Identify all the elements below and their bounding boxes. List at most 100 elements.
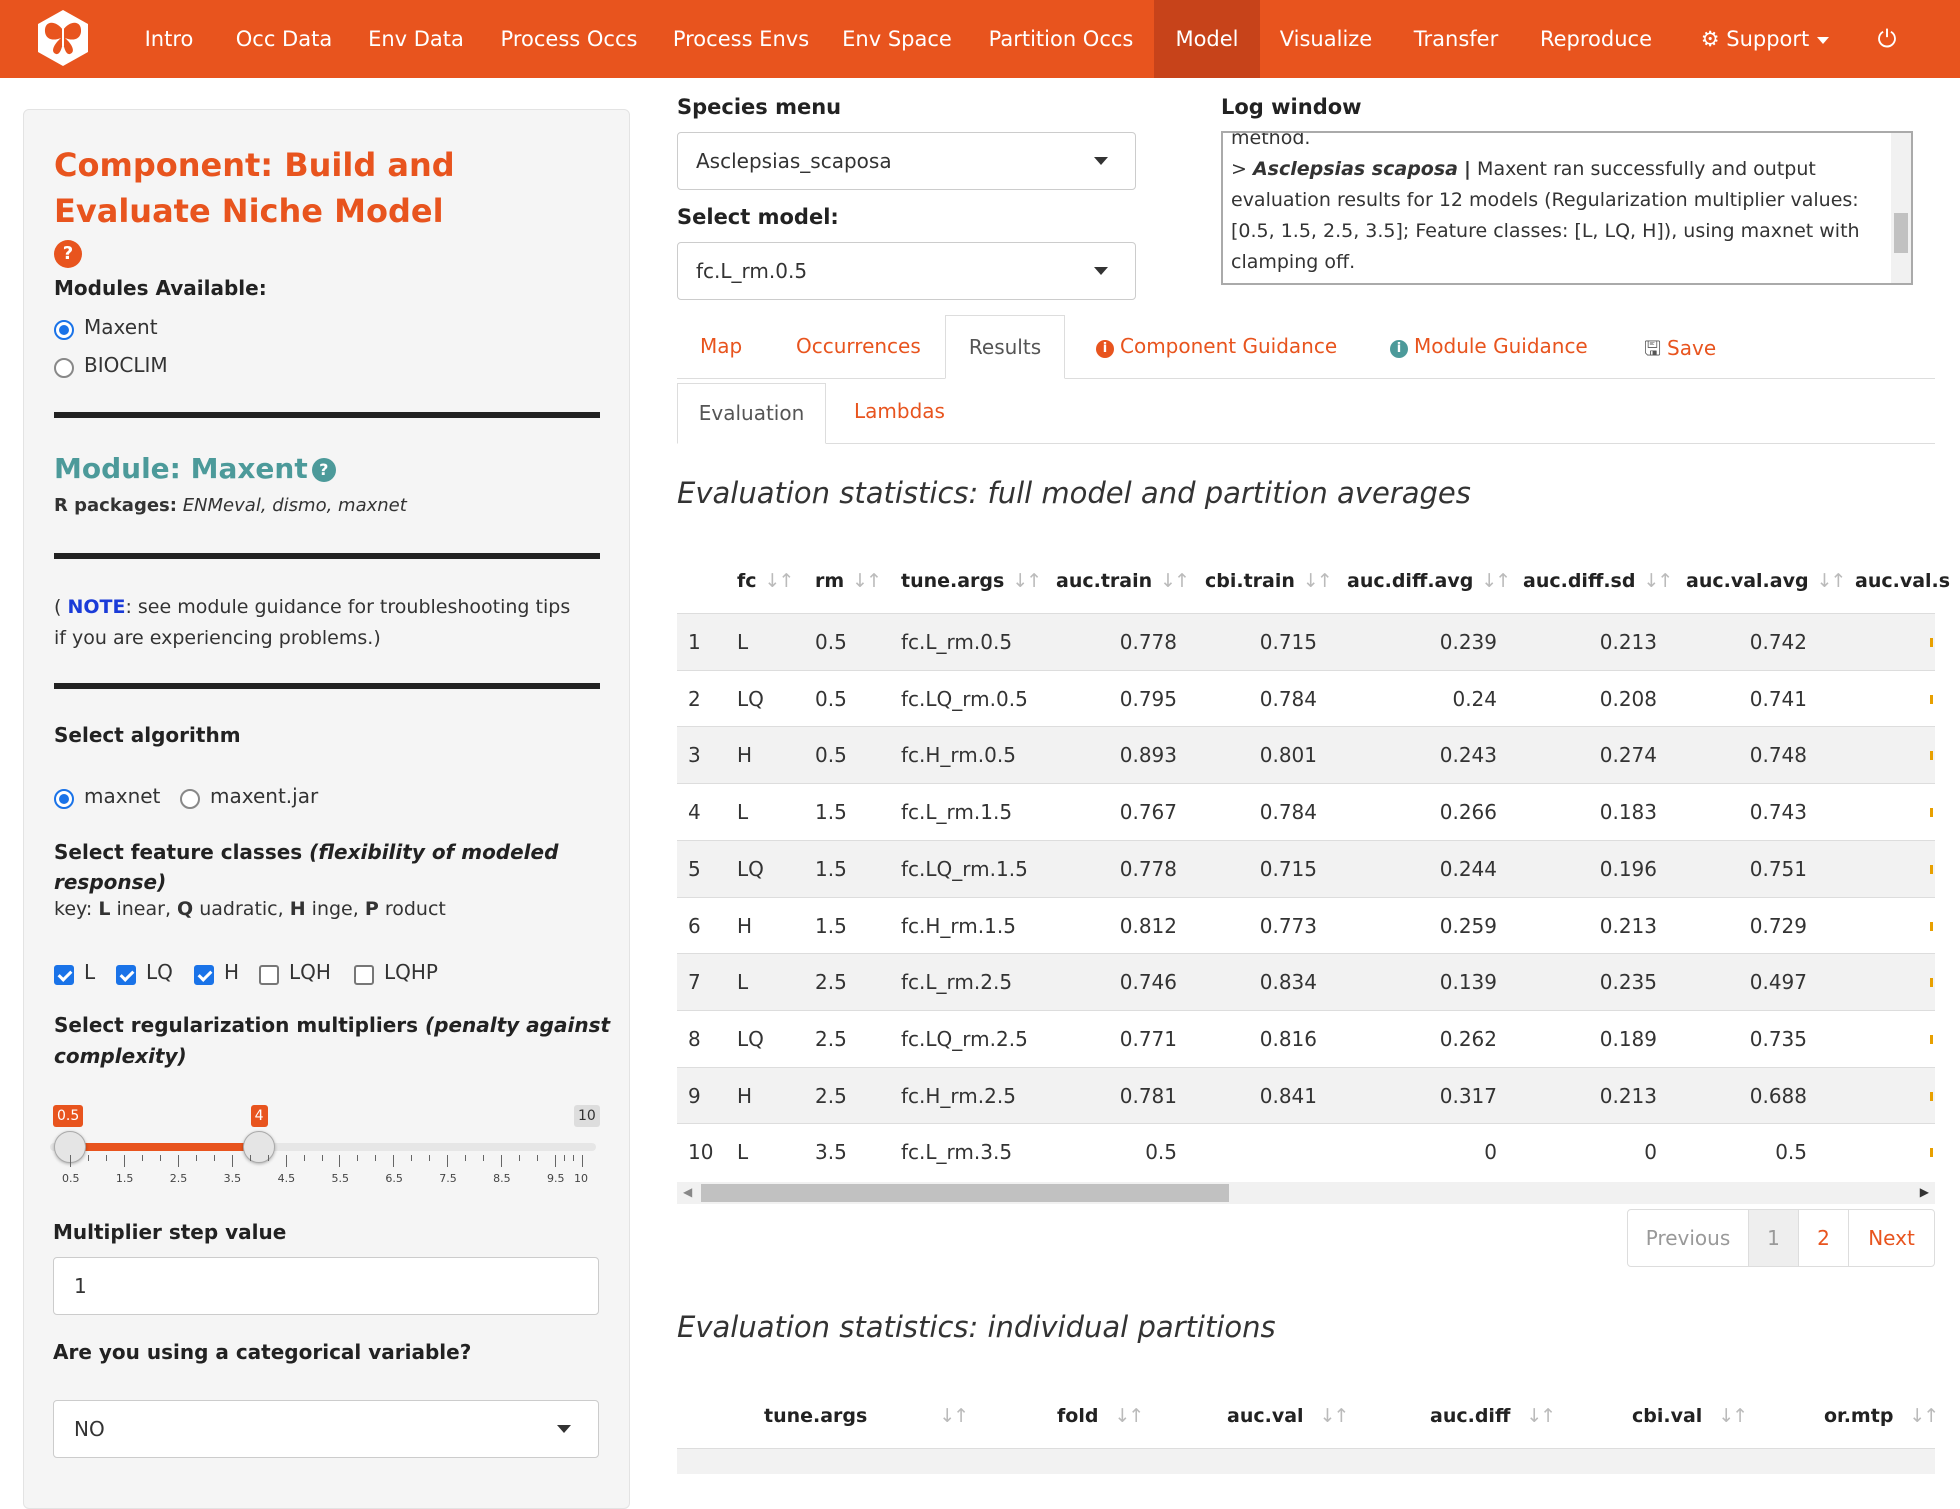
sort-icon[interactable]: ↓↑: [939, 1405, 969, 1427]
sort-icon[interactable]: ↓↑: [1320, 1405, 1350, 1427]
power-icon[interactable]: ⏻: [1862, 0, 1912, 78]
species-select[interactable]: Asclepsias_scaposa: [677, 132, 1136, 190]
tab-results[interactable]: Results: [945, 315, 1065, 379]
column-header[interactable]: rm ↓↑: [815, 570, 882, 592]
sort-icon[interactable]: ↓↑: [1718, 1405, 1748, 1427]
sort-icon[interactable]: ↓↑: [1643, 570, 1673, 592]
tab-component-guidance[interactable]: i Component Guidance: [1096, 334, 1337, 358]
pagination-page-1[interactable]: 1: [1748, 1209, 1799, 1267]
nav-reproduce[interactable]: Reproduce: [1530, 0, 1662, 78]
column-header[interactable]: or.mtp ↓↑: [1824, 1405, 1939, 1427]
nav-intro[interactable]: Intro: [124, 0, 214, 78]
wallace-butterfly-logo[interactable]: [34, 8, 92, 68]
pagination-page-2[interactable]: 2: [1798, 1209, 1849, 1267]
scrollbar-thumb[interactable]: [701, 1184, 1229, 1202]
tab-occurrences[interactable]: Occurrences: [796, 334, 921, 358]
nav-env-space[interactable]: Env Space: [834, 0, 960, 78]
table-cell: 0.274: [1599, 743, 1657, 768]
subtab-evaluation[interactable]: Evaluation: [677, 383, 826, 444]
table-horizontal-scrollbar[interactable]: ◀ ▶: [677, 1182, 1935, 1204]
column-header[interactable]: auc.val.s: [1855, 570, 1950, 592]
table-row[interactable]: 1 L 0.5 fc.L_rm.0.5 0.778 0.715 0.239 0.213 0.74…: [677, 613, 1935, 670]
column-header[interactable]: auc.train ↓↑: [1056, 570, 1190, 592]
tab-save[interactable]: 🖫 Save: [1644, 334, 1716, 368]
truncated-cell-marker: [1930, 978, 1933, 988]
column-header-label: cbi.train: [1205, 570, 1295, 592]
module-help-icon[interactable]: ?: [311, 458, 336, 482]
table-cell: 0: [1644, 1140, 1657, 1165]
table-cell: 0.841: [1259, 1083, 1317, 1108]
categorical-select[interactable]: NO: [53, 1400, 599, 1458]
feature-checkbox-lq[interactable]: [116, 965, 136, 985]
model-select[interactable]: fc.L_rm.0.5: [677, 242, 1136, 300]
step-value-input[interactable]: 1: [53, 1257, 599, 1315]
nav-visualize[interactable]: Visualize: [1272, 0, 1380, 78]
log-scrollbar[interactable]: [1891, 133, 1911, 283]
tab-module-guidance[interactable]: i Module Guidance: [1390, 334, 1588, 358]
sort-icon[interactable]: ↓↑: [1526, 1405, 1556, 1427]
subtab-lambdas[interactable]: Lambdas: [854, 399, 945, 423]
slider-tick: [339, 1155, 341, 1167]
slider-high-handle[interactable]: [242, 1131, 275, 1163]
table-row[interactable]: 2 LQ 0.5 fc.LQ_rm.0.5 0.795 0.784 0.24 0.208 0.7…: [677, 669, 1935, 727]
column-header[interactable]: fc ↓↑: [737, 570, 795, 592]
column-header[interactable]: auc.diff.avg ↓↑: [1347, 570, 1511, 592]
log-scroll-thumb[interactable]: [1894, 213, 1908, 253]
key-l-word: inear,: [116, 898, 171, 920]
feature-checkbox-l[interactable]: [54, 965, 74, 985]
nav-support-dropdown[interactable]: ⚙ Support: [1690, 0, 1840, 78]
slider-tick: [501, 1155, 503, 1167]
tab-map[interactable]: Map: [700, 334, 742, 358]
column-header[interactable]: auc.val.avg ↓↑: [1686, 570, 1847, 592]
module-radio-maxent[interactable]: [54, 320, 74, 340]
table-row[interactable]: 5 LQ 1.5 fc.LQ_rm.1.5 0.778 0.715 0.244 0.196 0.…: [677, 839, 1935, 897]
nav-occ-data[interactable]: Occ Data: [222, 0, 346, 78]
feature-checkbox-lqhp[interactable]: [354, 965, 374, 985]
pagination-next[interactable]: Next: [1848, 1209, 1935, 1267]
column-header[interactable]: tune.args ↓↑: [764, 1405, 969, 1427]
table-cell: 0.244: [1439, 856, 1497, 881]
table-row[interactable]: 10 L 3.5 fc.L_rm.3.5 0.5 0 0 0.5: [677, 1123, 1935, 1180]
column-header[interactable]: tune.args ↓↑: [901, 570, 1042, 592]
table-row[interactable]: 4 L 1.5 fc.L_rm.1.5 0.767 0.784 0.266 0.183 0.74…: [677, 783, 1935, 840]
nav-transfer[interactable]: Transfer: [1400, 0, 1512, 78]
sort-icon[interactable]: ↓↑: [1114, 1405, 1144, 1427]
column-header[interactable]: cbi.train ↓↑: [1205, 570, 1333, 592]
sort-icon[interactable]: ↓↑: [765, 570, 795, 592]
column-header[interactable]: fold ↓↑: [1057, 1405, 1144, 1427]
nav-env-data[interactable]: Env Data: [354, 0, 478, 78]
table-row[interactable]: 7 L 2.5 fc.L_rm.2.5 0.746 0.834 0.139 0.235 0.49…: [677, 953, 1935, 1011]
table-row[interactable]: 8 LQ 2.5 fc.LQ_rm.2.5 0.771 0.816 0.262 0.189 0.…: [677, 1009, 1935, 1067]
table-row[interactable]: 9 H 2.5 fc.H_rm.2.5 0.781 0.841 0.317 0.213 0.68…: [677, 1066, 1935, 1124]
feature-checkbox-lqh[interactable]: [259, 965, 279, 985]
column-header[interactable]: auc.diff ↓↑: [1430, 1405, 1556, 1427]
column-header[interactable]: auc.val ↓↑: [1227, 1405, 1350, 1427]
nav-partition-occs[interactable]: Partition Occs: [976, 0, 1146, 78]
scroll-left-icon[interactable]: ◀: [683, 1185, 692, 1199]
sort-icon[interactable]: ↓↑: [1481, 570, 1511, 592]
sort-icon[interactable]: ↓↑: [852, 570, 882, 592]
table-cell: 2: [688, 686, 701, 711]
nav-process-occs[interactable]: Process Occs: [490, 0, 648, 78]
pagination-previous[interactable]: Previous: [1627, 1209, 1749, 1267]
column-header[interactable]: auc.diff.sd ↓↑: [1523, 570, 1673, 592]
nav-process-envs[interactable]: Process Envs: [662, 0, 820, 78]
note-text-line1: : see module guidance for troubleshootin…: [125, 596, 571, 618]
table-row[interactable]: 6 H 1.5 fc.H_rm.1.5 0.812 0.773 0.259 0.213 0.72…: [677, 896, 1935, 954]
log-window[interactable]: method. > Asclepsias scaposa | Maxent ra…: [1221, 131, 1913, 285]
truncated-cell-marker: [1930, 1091, 1933, 1101]
sort-icon[interactable]: ↓↑: [1160, 570, 1190, 592]
sort-icon[interactable]: ↓↑: [1303, 570, 1333, 592]
module-radio-bioclim[interactable]: [54, 358, 74, 378]
nav-model[interactable]: Model: [1154, 0, 1260, 78]
algorithm-radio-maxnet[interactable]: [54, 789, 74, 809]
feature-checkbox-h[interactable]: [194, 965, 214, 985]
sort-icon[interactable]: ↓↑: [1817, 570, 1847, 592]
sort-icon[interactable]: ↓↑: [1909, 1405, 1939, 1427]
column-header[interactable]: cbi.val ↓↑: [1632, 1405, 1748, 1427]
algorithm-radio-maxent-jar[interactable]: [180, 789, 200, 809]
scroll-right-icon[interactable]: ▶: [1920, 1185, 1929, 1199]
sort-icon[interactable]: ↓↑: [1012, 570, 1042, 592]
component-help-icon[interactable]: ?: [54, 240, 82, 268]
table-row[interactable]: 3 H 0.5 fc.H_rm.0.5 0.893 0.801 0.243 0.274 0.74…: [677, 726, 1935, 784]
